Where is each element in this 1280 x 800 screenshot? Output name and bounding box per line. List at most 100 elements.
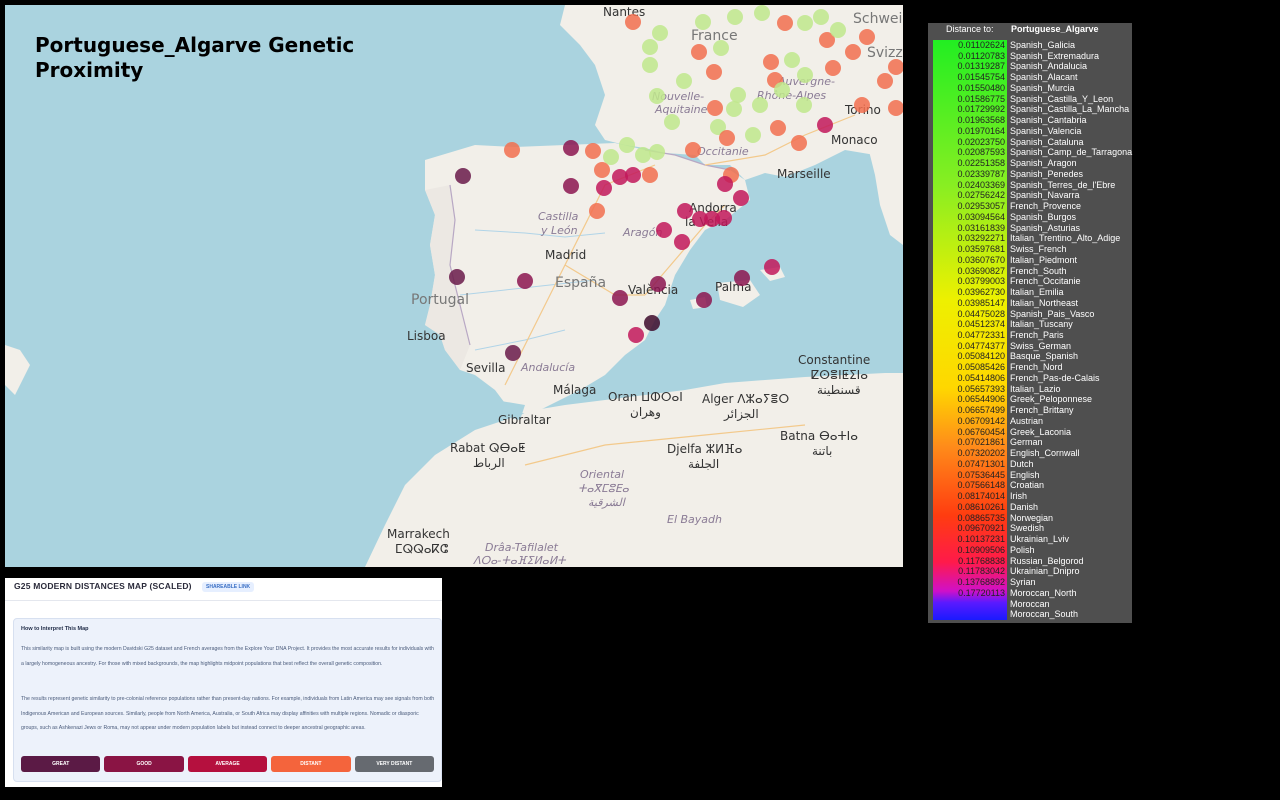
- population-marker[interactable]: [796, 97, 812, 113]
- population-marker[interactable]: [664, 114, 680, 130]
- very-distant-button[interactable]: VERY DISTANT: [354, 756, 435, 772]
- legend-row: 0.03690827 French_South: [933, 266, 1133, 277]
- population-marker[interactable]: [685, 142, 701, 158]
- great-button[interactable]: GREAT: [21, 756, 101, 772]
- label-oriental-ar: الشرقية: [588, 496, 625, 509]
- label-oriental-tf: ⵜⴰⴳⵎⵓⴹⴰ: [578, 482, 629, 495]
- population-marker[interactable]: [719, 130, 735, 146]
- label-oran: Oran ⵡⵀⵔⴰⵏ: [608, 390, 683, 404]
- population-marker[interactable]: [877, 73, 893, 89]
- population-marker[interactable]: [752, 97, 768, 113]
- population-marker[interactable]: [717, 176, 733, 192]
- population-marker[interactable]: [888, 100, 903, 116]
- population-marker[interactable]: [825, 60, 841, 76]
- legend-row: 0.03607670 Italian_Piedmont: [933, 255, 1133, 266]
- population-marker[interactable]: [791, 135, 807, 151]
- population-marker[interactable]: [696, 292, 712, 308]
- population-marker[interactable]: [625, 167, 641, 183]
- population-marker[interactable]: [707, 100, 723, 116]
- legend-population-name: French_Occitanie: [1010, 276, 1081, 287]
- population-marker[interactable]: [449, 269, 465, 285]
- population-marker[interactable]: [716, 210, 732, 226]
- population-marker[interactable]: [888, 59, 903, 75]
- legend-population-name: Dutch: [1010, 458, 1034, 469]
- legend-distance-value: 0.01120783: [958, 50, 1005, 61]
- population-marker[interactable]: [817, 117, 833, 133]
- population-marker[interactable]: [642, 57, 658, 73]
- legend-distance-value: 0.04774377: [957, 340, 1005, 351]
- population-marker[interactable]: [505, 345, 521, 361]
- legend-population-name: Italian_Tuscany: [1010, 319, 1073, 330]
- population-marker[interactable]: [713, 40, 729, 56]
- population-marker[interactable]: [727, 9, 743, 25]
- population-marker[interactable]: [596, 180, 612, 196]
- population-marker[interactable]: [797, 67, 813, 83]
- population-marker[interactable]: [770, 120, 786, 136]
- population-marker[interactable]: [625, 14, 641, 30]
- population-marker[interactable]: [859, 29, 875, 45]
- population-marker[interactable]: [845, 44, 861, 60]
- population-marker[interactable]: [612, 290, 628, 306]
- population-marker[interactable]: [774, 82, 790, 98]
- average-button[interactable]: AVERAGE: [187, 756, 268, 772]
- legend-row: 0.01729992 Spanish_Castilla_La_Mancha: [933, 104, 1133, 115]
- population-marker[interactable]: [691, 44, 707, 60]
- population-marker[interactable]: [563, 178, 579, 194]
- good-button[interactable]: GOOD: [104, 756, 184, 772]
- label-constantine: Constantine: [798, 353, 871, 367]
- population-marker[interactable]: [455, 168, 471, 184]
- legend-row: 0.07021861 German: [933, 437, 1133, 448]
- population-marker[interactable]: [764, 259, 780, 275]
- population-marker[interactable]: [649, 144, 665, 160]
- legend-row: 0.01586775 Spanish_Castilla_Y_Leon: [933, 94, 1133, 105]
- population-marker[interactable]: [763, 54, 779, 70]
- population-marker[interactable]: [619, 137, 635, 153]
- population-marker[interactable]: [594, 162, 610, 178]
- population-marker[interactable]: [674, 234, 690, 250]
- population-marker[interactable]: [784, 52, 800, 68]
- population-marker[interactable]: [830, 22, 846, 38]
- distant-button[interactable]: DISTANT: [271, 756, 351, 772]
- population-marker[interactable]: [733, 190, 749, 206]
- legend-population-name: Greek_Laconia: [1010, 426, 1072, 437]
- population-marker[interactable]: [813, 9, 829, 25]
- population-marker[interactable]: [706, 64, 722, 80]
- population-marker[interactable]: [797, 15, 813, 31]
- population-marker[interactable]: [734, 270, 750, 286]
- population-marker[interactable]: [517, 273, 533, 289]
- legend-distance-value: 0.10137231: [957, 534, 1005, 545]
- population-marker[interactable]: [854, 97, 870, 113]
- legend-distance-value: 0.03161839: [957, 222, 1005, 233]
- legend-population-name: Spanish_Penedes: [1010, 168, 1084, 179]
- legend-distance-value: 0.03292271: [957, 233, 1005, 244]
- population-marker[interactable]: [745, 127, 761, 143]
- population-marker[interactable]: [563, 140, 579, 156]
- population-marker[interactable]: [644, 315, 660, 331]
- population-marker[interactable]: [585, 143, 601, 159]
- population-marker[interactable]: [677, 203, 693, 219]
- population-marker[interactable]: [589, 203, 605, 219]
- population-marker[interactable]: [649, 88, 665, 104]
- legend-population-name: Moroccan: [1010, 598, 1050, 609]
- legend-row: 0.02403369 Spanish_Terres_de_l'Ebre: [933, 180, 1133, 191]
- population-marker[interactable]: [628, 327, 644, 343]
- population-marker[interactable]: [676, 73, 692, 89]
- label-schweiz: Schwei: [853, 11, 903, 27]
- population-marker[interactable]: [504, 142, 520, 158]
- label-sevilla: Sevilla: [466, 361, 506, 375]
- legend-row: 0.08174014 Irish: [933, 491, 1133, 502]
- population-marker[interactable]: [726, 101, 742, 117]
- population-marker[interactable]: [754, 5, 770, 21]
- legend-row: 0.06709142 Austrian: [933, 416, 1133, 427]
- map-view[interactable]: Portuguese_Algarve Genetic Proximity Nan…: [5, 5, 903, 567]
- legend-population-name: Swiss_German: [1010, 340, 1072, 351]
- population-marker[interactable]: [656, 222, 672, 238]
- population-marker[interactable]: [642, 39, 658, 55]
- population-marker[interactable]: [642, 167, 658, 183]
- label-occitanie: Occitanie: [697, 145, 749, 158]
- population-marker[interactable]: [650, 276, 666, 292]
- population-marker[interactable]: [777, 15, 793, 31]
- population-marker[interactable]: [695, 14, 711, 30]
- population-marker[interactable]: [652, 25, 668, 41]
- shareable-link-button[interactable]: SHAREABLE LINK: [202, 582, 255, 592]
